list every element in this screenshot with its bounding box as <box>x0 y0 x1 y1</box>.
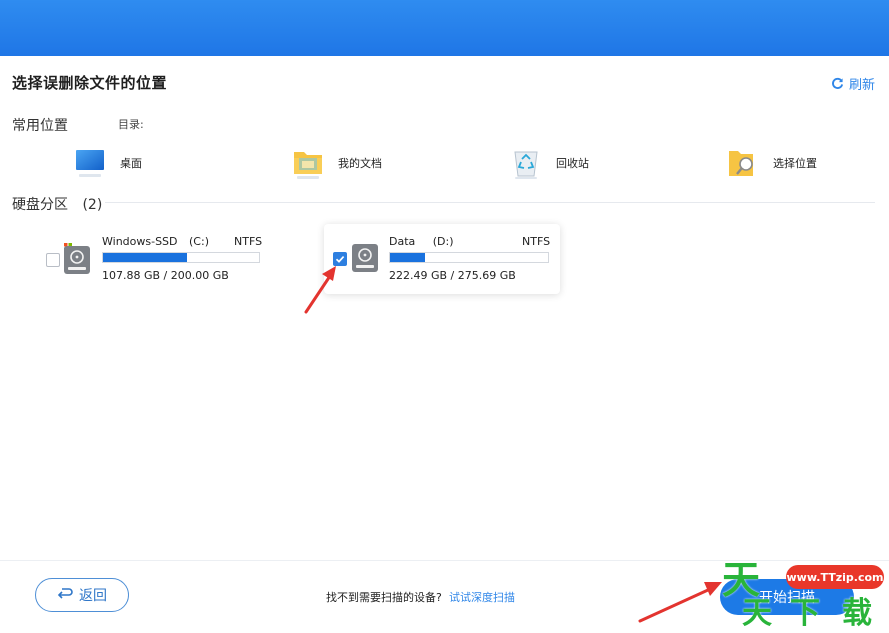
back-arrow-icon <box>57 587 73 603</box>
watermark-glyph: 天 <box>742 596 772 631</box>
drive-d-checkbox[interactable] <box>333 252 347 266</box>
drive-card-d[interactable]: Data (D:) NTFS 222.49 GB / 275.69 GB <box>324 224 560 294</box>
drive-c-label: Windows-SSD <box>102 235 178 248</box>
hard-drive-icon <box>64 246 90 278</box>
drive-c-usage-fill <box>103 253 188 262</box>
drive-d-label: Data <box>389 235 416 248</box>
no-device-hint: 找不到需要扫描的设备? <box>326 591 442 604</box>
app-window: 选择误删除文件的位置 刷新 常用位置 目录: 桌面 我的文档 回收站 选择位置 … <box>0 0 889 633</box>
location-documents[interactable]: 我的文档 <box>294 146 382 180</box>
location-label: 回收站 <box>556 157 589 170</box>
refresh-label: 刷新 <box>848 78 875 93</box>
location-choose[interactable]: 选择位置 <box>729 146 817 180</box>
back-button[interactable]: 返回 <box>35 578 129 612</box>
drive-card-c[interactable]: Windows-SSD (C:) NTFS 107.88 GB / 200.00… <box>40 226 280 292</box>
drives-heading: 硬盘分区 (2) <box>12 194 102 214</box>
desktop-icon <box>76 146 106 180</box>
drive-d-filesystem: NTFS <box>522 235 551 248</box>
section-divider <box>105 202 875 203</box>
hard-drive-icon <box>352 244 378 276</box>
documents-folder-icon <box>294 146 324 180</box>
refresh-icon <box>831 77 844 90</box>
location-label: 选择位置 <box>773 157 817 170</box>
location-label: 我的文档 <box>338 157 382 170</box>
drive-d-size: 222.49 GB / 275.69 GB <box>389 269 516 282</box>
location-label: 桌面 <box>120 157 142 170</box>
title-bar <box>0 0 889 56</box>
annotation-arrow-scan <box>638 582 722 623</box>
drive-c-size: 107.88 GB / 200.00 GB <box>102 269 229 282</box>
page-title: 选择误删除文件的位置 <box>12 74 168 92</box>
location-desktop[interactable]: 桌面 <box>76 146 142 180</box>
deep-scan-link[interactable]: 试试深度扫描 <box>449 589 515 605</box>
drive-d-usage-bar <box>389 252 549 263</box>
location-recycle-bin[interactable]: 回收站 <box>512 146 589 180</box>
drive-d-usage-fill <box>390 253 425 262</box>
refresh-button[interactable]: 刷新 <box>831 74 875 93</box>
drive-c-usage-bar <box>102 252 260 263</box>
drives-heading-label: 硬盘分区 <box>12 197 68 213</box>
drive-c-checkbox[interactable] <box>46 253 60 267</box>
drive-c-filesystem: NTFS <box>234 235 263 248</box>
back-label: 返回 <box>79 588 107 604</box>
drive-c-letter: (C:) <box>189 235 209 248</box>
drive-d-name: Data (D:) <box>389 235 454 248</box>
watermark-glyph: 载 <box>842 596 872 631</box>
directory-label: 目录: <box>118 118 144 131</box>
watermark-glyph: 下 <box>790 596 820 631</box>
drives-count: (2) <box>82 197 103 213</box>
folder-search-icon <box>729 146 759 180</box>
watermark-site-badge: www.TTzip.com <box>786 565 884 589</box>
drive-c-name: Windows-SSD (C:) <box>102 235 209 248</box>
recycle-bin-icon <box>512 146 542 180</box>
common-locations-heading: 常用位置 <box>12 118 68 134</box>
drive-d-letter: (D:) <box>432 235 454 248</box>
